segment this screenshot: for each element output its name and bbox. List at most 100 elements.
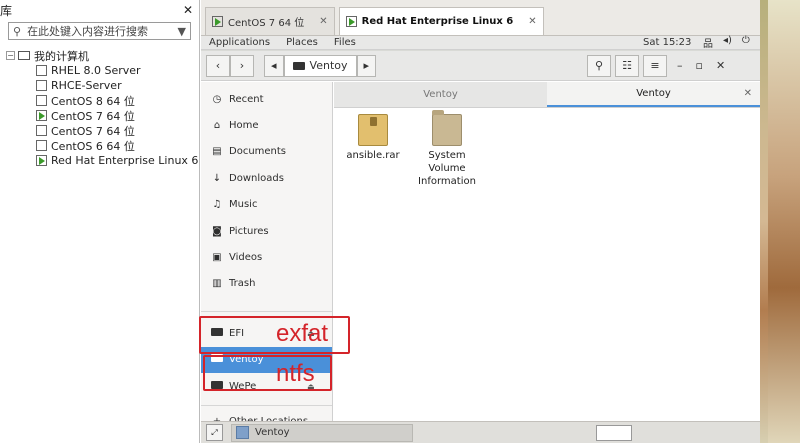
library-search[interactable]: ⚲ 在此处键入内容进行搜索 ▼ [8, 22, 191, 40]
sidebar-item-label: Recent [229, 93, 264, 105]
search-button[interactable]: ⚲ [587, 54, 611, 77]
sidebar-item-label: Downloads [229, 172, 284, 184]
sidebar-item-home[interactable]: ⌂ Home [201, 112, 332, 138]
search-icon: ⚲ [13, 24, 22, 38]
folder-icon [432, 110, 462, 146]
chevron-left-icon: ‹ [215, 59, 221, 72]
volume-icon: ◂) [723, 35, 732, 46]
computer-icon [18, 51, 30, 60]
music-icon: ♫ [212, 199, 222, 211]
vm-list-item-label: RHEL 8.0 Server [51, 64, 141, 77]
vm-icon [36, 140, 47, 151]
library-panel: 库 ✕ ⚲ 在此处键入内容进行搜索 ▼ − 我的计算机 RHEL 8.0 Ser… [0, 0, 200, 443]
hamburger-icon: ≡ [650, 59, 660, 72]
back-button[interactable]: ‹ [206, 54, 230, 77]
caret-right-icon: ▸ [363, 59, 370, 72]
sidebar-item-label: Pictures [229, 225, 269, 237]
chevron-down-icon[interactable]: ▼ [178, 25, 186, 38]
files-menu[interactable]: Files [334, 37, 356, 48]
trash-icon: ▥ [212, 278, 222, 290]
path-right-button[interactable]: ▸ [356, 54, 377, 77]
close-tab-icon[interactable]: ✕ [744, 88, 752, 99]
vm-running-icon [36, 155, 47, 166]
taskbar-item[interactable]: Ventoy [231, 423, 413, 442]
content-tab[interactable]: Ventoy [334, 82, 547, 107]
close-icon[interactable]: ✕ [183, 3, 193, 17]
content-tab-active[interactable]: Ventoy ✕ [547, 82, 760, 107]
vm-list-item-label: CentOS 8 64 位 [51, 94, 135, 108]
sidebar-item-music[interactable]: ♫ Music [201, 192, 332, 218]
vm-list-item[interactable]: CentOS 7 64 位 [0, 108, 199, 123]
sidebar-item-trash[interactable]: ▥ Trash [201, 271, 332, 297]
fullscreen-icon[interactable]: ⤢ [206, 424, 223, 441]
vm-list-item[interactable]: CentOS 7 64 位 [0, 123, 199, 138]
ntfs-annotation: ntfs [276, 360, 315, 387]
vm-status-bar: ⤢ Ventoy [201, 421, 760, 443]
minimize-icon[interactable]: – [677, 59, 683, 72]
sidebar-item-label: Home [229, 120, 259, 132]
tree-root[interactable]: − 我的计算机 [0, 48, 199, 63]
sidebar-item-downloads[interactable]: ↓ Downloads [201, 165, 332, 191]
path-current-button[interactable]: Ventoy [283, 54, 357, 77]
sidebar-item-label: Music [229, 199, 258, 211]
file-name: ansible.rar [346, 150, 400, 161]
sidebar-item-label: Documents [229, 146, 287, 158]
vm-icon [36, 95, 47, 106]
screen: 库 ✕ ⚲ 在此处键入内容进行搜索 ▼ − 我的计算机 RHEL 8.0 Ser… [0, 0, 800, 443]
sidebar-separator [201, 311, 332, 313]
system-tray[interactable]: 品 ◂) ⏻ [703, 35, 750, 50]
workspace-indicator[interactable] [596, 424, 632, 441]
sidebar-item-recent[interactable]: ◷ Recent [201, 86, 332, 112]
home-icon: ⌂ [213, 120, 221, 132]
content-tab-strip: Ventoy Ventoy ✕ [334, 82, 760, 108]
sidebar-item-videos[interactable]: ▣ Videos [201, 244, 332, 270]
menu-button[interactable]: ≡ [643, 54, 667, 77]
vm-tab-strip: CentOS 7 64 位 ✕ Red Hat Enterprise Linux… [201, 0, 760, 36]
file-manager-toolbar: ‹ › ◂ Ventoy ▸ ⚲ ☷ ≡ – ▫ ✕ [201, 51, 760, 81]
vm-tab[interactable]: CentOS 7 64 位 ✕ [205, 7, 335, 35]
vm-running-icon [36, 110, 47, 121]
vm-list-item[interactable]: CentOS 6 64 位 [0, 138, 199, 153]
content-tab-label: Ventoy [636, 88, 671, 99]
vm-list-item[interactable]: CentOS 8 64 位 [0, 93, 199, 108]
path-bar: ◂ Ventoy ▸ [264, 54, 377, 77]
search-input[interactable]: 在此处键入内容进行搜索 [27, 23, 177, 39]
path-left-button[interactable]: ◂ [264, 54, 284, 77]
close-tab-icon[interactable]: ✕ [528, 16, 536, 27]
vm-running-icon [212, 16, 223, 27]
drive-icon [292, 61, 305, 70]
vm-list-item-label: CentOS 7 64 位 [51, 109, 135, 123]
sidebar-item-documents[interactable]: ▤ Documents [201, 139, 332, 165]
collapse-icon[interactable]: − [6, 51, 15, 60]
vm-list-item[interactable]: Red Hat Enterprise Linux 6 [0, 153, 199, 168]
forward-button[interactable]: › [230, 54, 254, 77]
close-tab-icon[interactable]: ✕ [319, 16, 327, 27]
sidebar-item-pictures[interactable]: ◙ Pictures [201, 218, 332, 244]
vm-list-item[interactable]: RHCE-Server [0, 78, 199, 93]
vm-list-item-label: Red Hat Enterprise Linux 6 [51, 154, 199, 167]
content-tab-label: Ventoy [423, 89, 458, 100]
file-item[interactable]: ansible.rar [344, 114, 402, 188]
background-photo [760, 0, 800, 443]
file-item[interactable]: System Volume Information [418, 110, 476, 188]
vm-list-item[interactable]: RHEL 8.0 Server [0, 63, 199, 78]
vm-tab-label: Red Hat Enterprise Linux 6 [361, 16, 514, 27]
network-icon: 品 [703, 39, 713, 50]
file-name: System Volume Information [418, 150, 476, 187]
window-icon [236, 426, 249, 439]
vm-tab-active[interactable]: Red Hat Enterprise Linux 6 ✕ [338, 7, 544, 35]
close-window-icon[interactable]: ✕ [716, 59, 725, 72]
window-controls: – ▫ ✕ [677, 59, 725, 72]
chevron-right-icon: › [239, 59, 245, 72]
maximize-icon[interactable]: ▫ [696, 59, 703, 72]
caret-left-icon: ◂ [271, 59, 277, 72]
applications-menu[interactable]: Applications [209, 37, 270, 48]
vm-icon [36, 65, 47, 76]
clock[interactable]: Sat 15:23 [643, 37, 691, 48]
vm-running-icon [345, 16, 357, 27]
view-toggle-button[interactable]: ☷ [615, 54, 639, 77]
tree-root-label: 我的计算机 [34, 49, 89, 63]
places-menu[interactable]: Places [286, 37, 318, 48]
file-grid: ansible.rar System Volume Information [334, 108, 760, 188]
exfat-annotation: exfat [276, 320, 329, 347]
